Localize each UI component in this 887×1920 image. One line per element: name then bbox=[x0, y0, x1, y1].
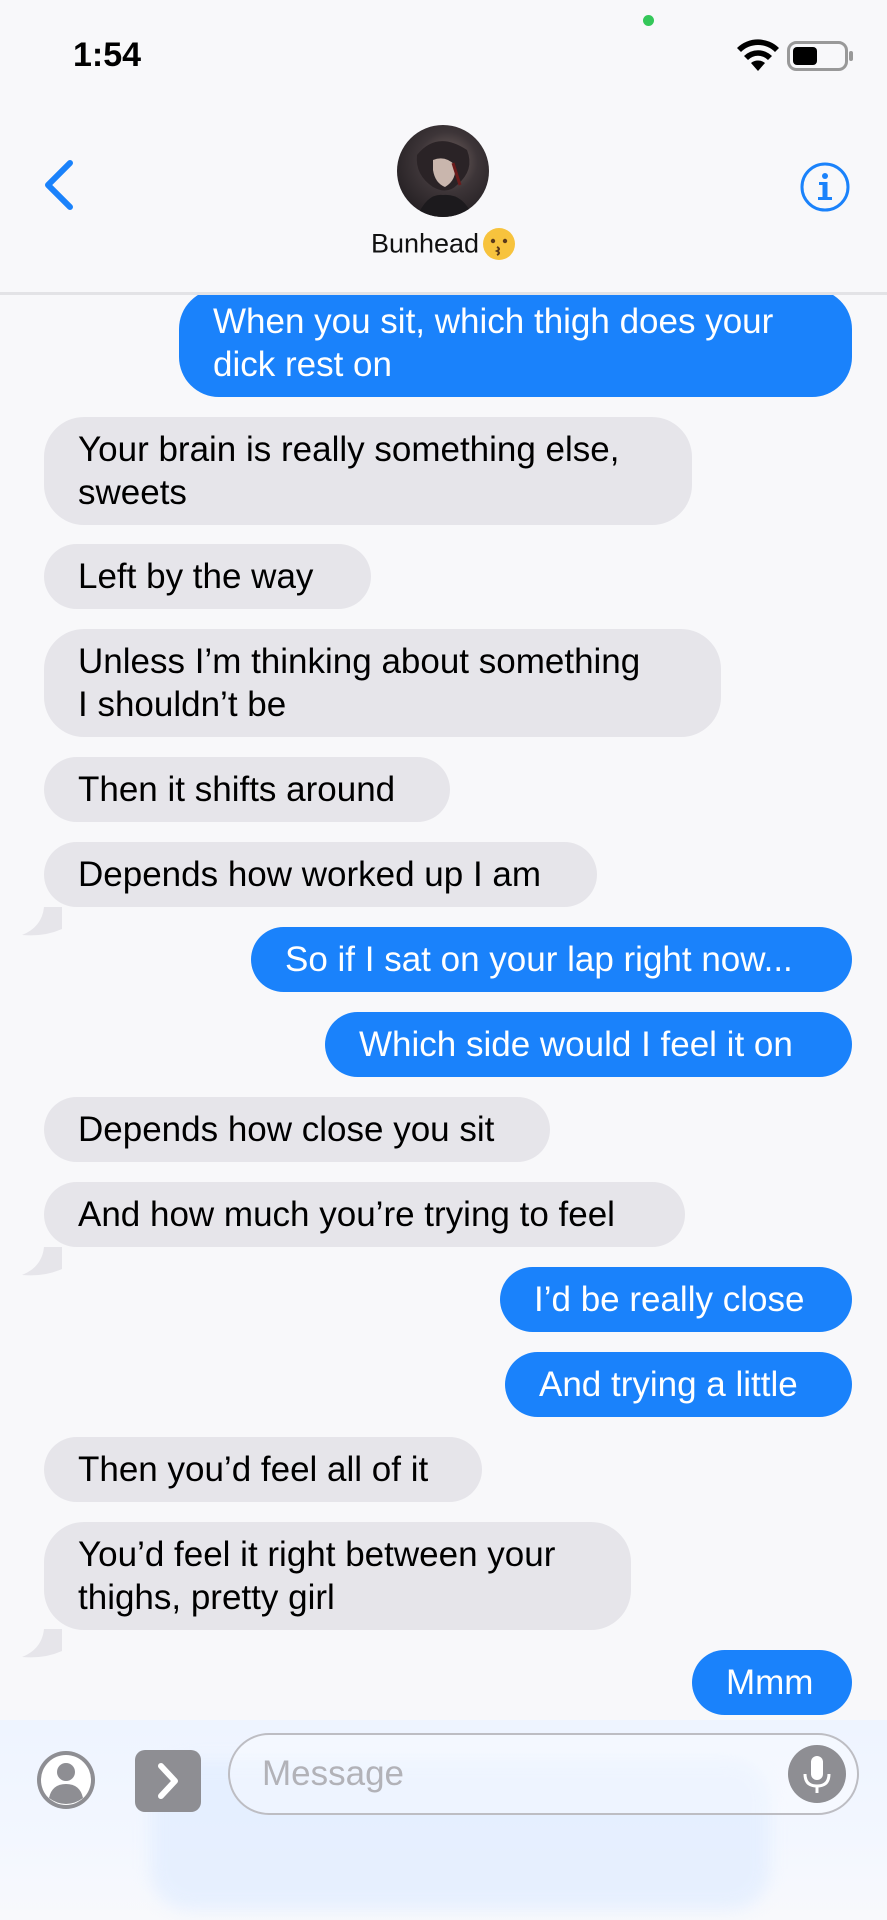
message-input[interactable]: Message bbox=[228, 1733, 859, 1815]
bubble-tail bbox=[22, 1247, 62, 1276]
sent-message[interactable]: And trying a little bbox=[505, 1352, 852, 1417]
message-line: I’d be really close bbox=[534, 1280, 805, 1319]
received-message[interactable]: Depends how close you sit bbox=[44, 1097, 550, 1162]
message-line: thighs, pretty girl bbox=[78, 1578, 335, 1617]
message-line: Which side would I feel it on bbox=[359, 1025, 793, 1064]
message-line: Mmm bbox=[726, 1663, 814, 1702]
message-line: So if I sat on your lap right now... bbox=[285, 940, 793, 979]
message-line: And trying a little bbox=[539, 1365, 798, 1404]
sent-message[interactable]: I’d be really close bbox=[500, 1267, 852, 1332]
received-message[interactable]: Depends how worked up I am bbox=[44, 842, 597, 907]
message-composer: Message bbox=[0, 1720, 887, 1920]
contact-avatar[interactable] bbox=[397, 125, 489, 217]
contact-name-row[interactable]: Bunhead bbox=[0, 227, 887, 261]
message-line: Your brain is really something else, bbox=[78, 430, 620, 469]
sent-message[interactable]: So if I sat on your lap right now... bbox=[251, 927, 852, 992]
status-time: 1:54 bbox=[73, 36, 142, 74]
message-line: dick rest on bbox=[213, 345, 392, 384]
messages-screen: 1:54 Bunhead When you sit, which thigh d… bbox=[0, 0, 887, 1920]
microphone-button[interactable] bbox=[787, 1744, 847, 1804]
sent-message[interactable]: Mmm bbox=[692, 1650, 852, 1715]
message-line: I shouldn’t be bbox=[78, 685, 287, 724]
message-list[interactable]: When you sit, which thigh does your dick… bbox=[0, 295, 887, 1720]
message-line: Depends how close you sit bbox=[78, 1110, 495, 1149]
apps-expand-button[interactable] bbox=[135, 1750, 201, 1812]
sent-message[interactable]: When you sit, which thigh does your dick… bbox=[179, 295, 852, 397]
contact-card-button[interactable] bbox=[36, 1750, 96, 1810]
message-line: You’d feel it right between your bbox=[78, 1535, 556, 1574]
sent-message[interactable]: Which side would I feel it on bbox=[325, 1012, 852, 1077]
message-line: Depends how worked up I am bbox=[78, 855, 542, 894]
contact-name: Bunhead bbox=[370, 228, 480, 259]
message-line: Unless I’m thinking about something bbox=[78, 642, 641, 681]
info-button[interactable] bbox=[799, 161, 851, 213]
camera-indicator-icon bbox=[643, 15, 654, 26]
back-button[interactable] bbox=[40, 157, 80, 213]
message-line: Then you’d feel all of it bbox=[78, 1450, 429, 1489]
received-message[interactable]: And how much you’re trying to feel bbox=[44, 1182, 685, 1247]
message-line: Then it shifts around bbox=[78, 770, 396, 809]
message-line: When you sit, which thigh does your bbox=[213, 302, 774, 341]
received-message[interactable]: Unless I’m thinking about something I sh… bbox=[44, 629, 721, 737]
battery-icon bbox=[787, 41, 853, 71]
received-message[interactable]: Then it shifts around bbox=[44, 757, 450, 822]
received-message[interactable]: Your brain is really something else, swe… bbox=[44, 417, 692, 525]
wifi-icon bbox=[737, 39, 779, 71]
message-line: Left by the way bbox=[78, 557, 314, 596]
conversation-header: Bunhead bbox=[0, 85, 887, 295]
kissing-face-emoji-icon bbox=[483, 228, 516, 260]
received-message[interactable]: Left by the way bbox=[44, 544, 371, 609]
received-message[interactable]: You’d feel it right between your thighs,… bbox=[44, 1522, 631, 1630]
bubble-tail bbox=[22, 1629, 62, 1658]
message-line: sweets bbox=[78, 473, 187, 512]
avatar-image bbox=[416, 141, 473, 217]
bubble-tail bbox=[22, 907, 62, 936]
received-message[interactable]: Then you’d feel all of it bbox=[44, 1437, 482, 1502]
message-line: And how much you’re trying to feel bbox=[78, 1195, 615, 1234]
